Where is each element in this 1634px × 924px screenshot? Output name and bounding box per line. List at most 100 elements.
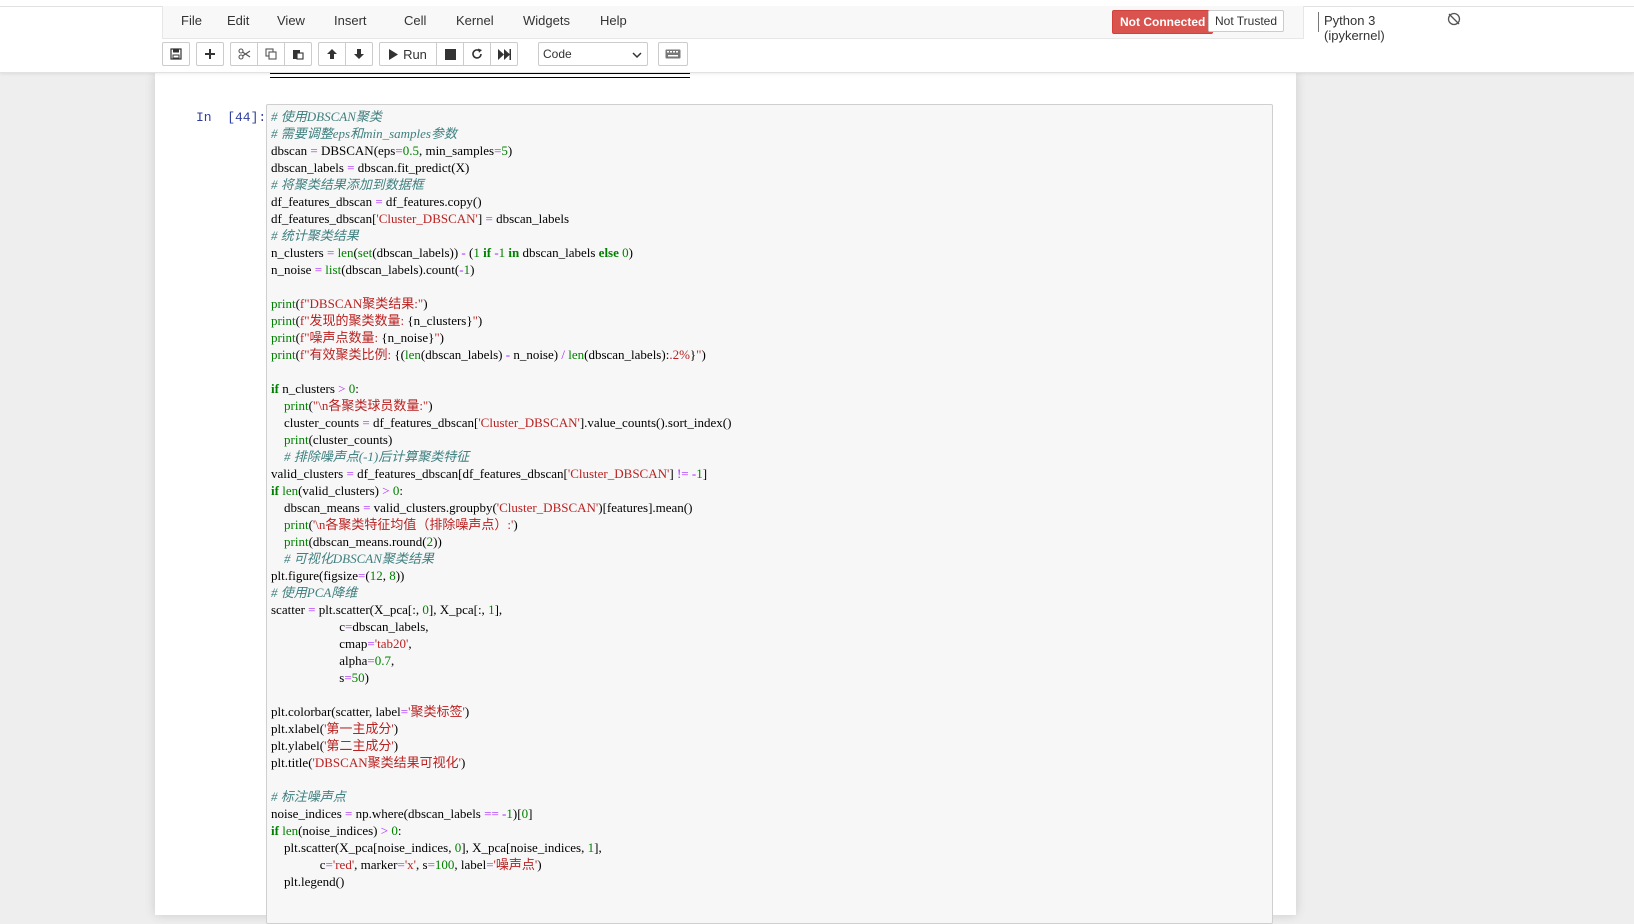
code-token: )	[423, 296, 428, 311]
code-token: dbscan_labels	[271, 160, 348, 175]
code-token: if	[271, 381, 279, 396]
code-line: # 需要调整eps和min_samples参数	[271, 125, 731, 142]
code-token: n_clusters	[271, 245, 327, 260]
menu-cell[interactable]: Cell	[404, 13, 426, 28]
code-line: plt.ylabel('第二主成分')	[271, 737, 731, 754]
code-line: # 排除噪声点(-1)后计算聚类特征	[271, 448, 731, 465]
code-token: print	[284, 432, 309, 447]
code-token: print	[271, 347, 296, 362]
code-token: plt.legend()	[271, 874, 345, 889]
code-token: =	[397, 857, 405, 872]
code-token: {n_clusters}	[407, 313, 473, 328]
menu-edit[interactable]: Edit	[227, 13, 249, 28]
code-editor[interactable]: # 使用DBSCAN聚类 # 需要调整eps和min_samples参数 dbsca…	[271, 108, 731, 890]
menu-kernel[interactable]: Kernel	[456, 13, 494, 28]
command-palette-button[interactable]	[658, 42, 688, 66]
code-token: (dbscan_labels)	[420, 347, 506, 362]
code-token: ))	[433, 534, 442, 549]
code-token: len	[282, 483, 299, 498]
code-token: cluster_counts	[271, 415, 363, 430]
code-token: ,	[408, 636, 412, 651]
code-token: =	[486, 857, 494, 872]
code-token: , label	[454, 857, 487, 872]
code-token: n_noise)	[510, 347, 562, 362]
code-token: # 将聚类结果添加到数据框	[271, 177, 424, 192]
copy-button[interactable]	[257, 42, 285, 66]
code-token: df_features_dbscan	[271, 194, 376, 209]
code-token: )	[364, 670, 369, 685]
code-token: print	[284, 534, 309, 549]
interrupt-button[interactable]	[436, 42, 464, 66]
code-token: dbscan_means	[271, 500, 364, 515]
code-line: noise_indices = np.where(dbscan_labels =…	[271, 805, 731, 822]
code-token: 'Cluster_DBSCAN'	[376, 211, 478, 226]
paste-button[interactable]	[284, 42, 312, 66]
code-token: =	[427, 857, 435, 872]
code-token: )	[428, 398, 433, 413]
code-token: dbscan_labels	[492, 211, 569, 226]
code-line: print(f"噪声点数量: {n_noise}")	[271, 329, 731, 346]
code-token: s	[271, 670, 345, 685]
code-token: =	[375, 194, 383, 209]
code-token: f"噪声点数量:	[299, 330, 382, 345]
code-token: print	[284, 398, 309, 413]
code-token: "\n各聚类球员数量:"	[312, 398, 429, 413]
not-connected-badge[interactable]: Not Connected	[1112, 10, 1214, 34]
menu-help[interactable]: Help	[600, 13, 627, 28]
menu-view[interactable]: View	[277, 13, 305, 28]
run-button[interactable]: Run	[379, 42, 437, 66]
code-token: c	[271, 619, 346, 634]
code-token: if	[271, 823, 279, 838]
code-token: )[features].mean()	[598, 500, 693, 515]
code-line: valid_clusters = df_features_dbscan[df_f…	[271, 465, 731, 482]
restart-icon	[471, 48, 483, 60]
not-trusted-badge[interactable]: Not Trusted	[1208, 10, 1285, 32]
code-token: plt.xlabel(	[271, 721, 325, 736]
move-down-button[interactable]	[345, 42, 373, 66]
paste-icon	[292, 48, 304, 60]
restart-run-all-button[interactable]	[490, 42, 518, 66]
arrow-up-icon	[326, 48, 338, 60]
menu-file[interactable]: File	[181, 13, 202, 28]
plus-icon	[204, 48, 216, 60]
code-line: cmap='tab20',	[271, 635, 731, 652]
code-token: ==	[484, 806, 499, 821]
code-token: if	[483, 245, 492, 260]
code-token: valid_clusters.groupby(	[370, 500, 497, 515]
code-token: )	[470, 262, 475, 277]
menu-widgets[interactable]: Widgets	[523, 13, 570, 28]
cut-button[interactable]	[230, 42, 258, 66]
code-line: plt.xlabel('第一主成分')	[271, 720, 731, 737]
code-token: 'Cluster_DBSCAN'	[496, 500, 599, 515]
arrow-down-icon	[353, 48, 365, 60]
code-token: ], X_pca[noise_indices,	[461, 840, 588, 855]
code-token: )	[439, 330, 444, 345]
cell-type-select[interactable]: Code	[538, 42, 648, 66]
code-line: # 标注噪声点	[271, 788, 731, 805]
move-up-button[interactable]	[318, 42, 346, 66]
code-token: plt.title(	[271, 755, 313, 770]
code-token: )	[507, 143, 513, 158]
menu-insert[interactable]: Insert	[334, 13, 367, 28]
code-token: :	[397, 823, 402, 838]
code-line: alpha=0.7,	[271, 652, 731, 669]
code-token: else	[598, 245, 619, 260]
insert-cell-button[interactable]	[196, 42, 224, 66]
save-button[interactable]	[162, 42, 190, 66]
code-token: n_noise	[271, 262, 315, 277]
code-token: 100	[434, 857, 455, 872]
code-token: )	[393, 738, 399, 753]
code-line: plt.title('DBSCAN聚类结果可视化')	[271, 754, 731, 771]
code-line: plt.colorbar(scatter, label='聚类标签')	[271, 703, 731, 720]
code-token: .2%	[669, 347, 690, 362]
code-token: =	[310, 143, 318, 158]
code-token: ],	[494, 602, 503, 617]
restart-kernel-button[interactable]	[463, 42, 491, 66]
code-line: print(f"发现的聚类数量: {n_clusters}")	[271, 312, 731, 329]
keyboard-icon	[665, 49, 681, 59]
code-token: len	[568, 347, 585, 362]
kernel-name[interactable]: Python 3 (ipykernel)	[1324, 13, 1385, 43]
code-token: =	[346, 466, 354, 481]
